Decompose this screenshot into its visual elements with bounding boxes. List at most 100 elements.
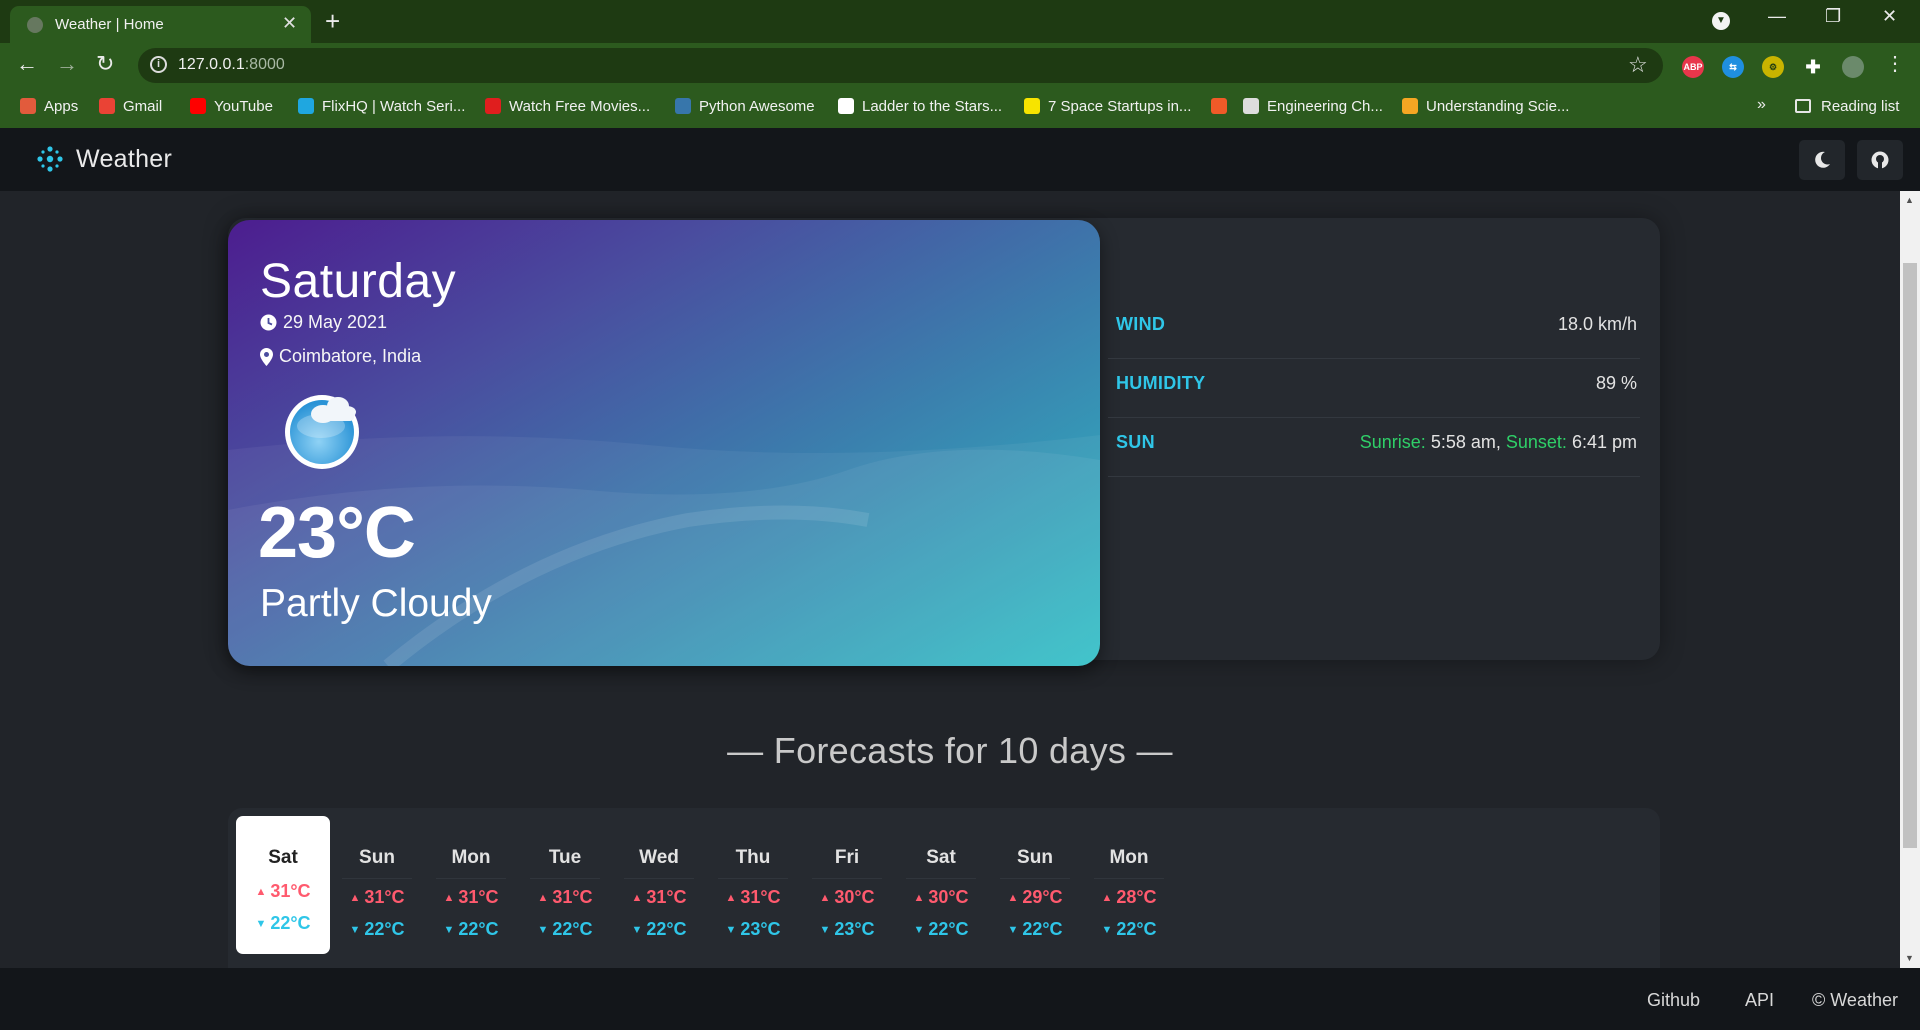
forecast-day-card[interactable]: Tue ▲ 31°C ▼ 22°C — [518, 816, 612, 954]
forward-button[interactable]: → — [56, 51, 78, 77]
bookmark-item[interactable]: Apps — [20, 98, 78, 115]
current-condition: Partly Cloudy — [260, 582, 492, 625]
forecast-low: ▼ 22°C — [913, 919, 969, 939]
caret-down-icon: ▼ — [725, 924, 737, 936]
current-temperature: 23°C — [258, 493, 416, 573]
more-bookmarks-button[interactable]: » — [1757, 96, 1766, 114]
bookmark-item[interactable]: Understanding Scie... — [1402, 98, 1569, 115]
bookmark-item[interactable]: Watch Free Movies... — [485, 98, 650, 115]
wind-row: WIND 18.0 km/h — [1108, 300, 1640, 359]
current-location: Coimbatore, India — [279, 346, 422, 366]
adblock-extension-icon[interactable]: ABP — [1682, 56, 1704, 78]
extension-icon[interactable]: ⚙ — [1762, 56, 1784, 78]
scroll-up-arrow[interactable]: ▲ — [1905, 195, 1914, 205]
bookmark-favicon-icon — [1024, 98, 1040, 114]
location-pin-icon — [260, 347, 273, 366]
dark-mode-toggle[interactable] — [1799, 140, 1845, 180]
bookmark-favicon-icon — [99, 98, 115, 114]
browser-toolbar: ← → ↻ i 127.0.0.1:8000 ☆ ABP ⇆ ⚙ ✚ ⋮ — [0, 43, 1920, 88]
forecast-day-card[interactable]: Wed ▲ 31°C ▼ 22°C — [612, 816, 706, 954]
sun-value: Sunrise: 5:58 am, Sunset: 6:41 pm — [1360, 432, 1637, 453]
footer-copyright: © Weather — [1812, 990, 1898, 1010]
forecast-day-card[interactable]: Sun ▲ 31°C ▼ 22°C — [330, 816, 424, 954]
bookmark-item[interactable]: Gmail — [99, 98, 162, 115]
brand-name: Weather — [76, 144, 173, 173]
translate-extension-icon[interactable]: ⇆ — [1722, 56, 1744, 78]
github-button[interactable] — [1857, 140, 1903, 180]
bookmarks-bar: Apps Gmail YouTube FlixHQ | Watch Seri... Wa… — [0, 88, 1920, 128]
caret-up-icon: ▲ — [443, 892, 455, 904]
caret-down-icon: ▼ — [349, 924, 361, 936]
bookmark-item[interactable]: 7 Space Startups in... — [1024, 98, 1191, 115]
forecast-day-card[interactable]: Sun ▲ 29°C ▼ 22°C — [988, 816, 1082, 954]
close-window-button[interactable]: ✕ — [1882, 6, 1897, 27]
sun-label: SUN — [1116, 432, 1155, 452]
forecast-day-card[interactable]: Sat ▲ 31°C ▼ 22°C — [236, 816, 330, 954]
reading-list-icon — [1795, 99, 1811, 113]
forecast-low: ▼ 22°C — [537, 919, 593, 939]
browser-menu-icon[interactable]: ⋮ — [1885, 51, 1905, 76]
caret-up-icon: ▲ — [1101, 892, 1113, 904]
bookmark-item[interactable]: YouTube — [190, 98, 273, 115]
caret-down-icon: ▼ — [631, 924, 643, 936]
url-text[interactable]: 127.0.0.1:8000 — [178, 56, 285, 74]
back-button[interactable]: ← — [16, 51, 38, 77]
bookmark-item[interactable]: FlixHQ | Watch Seri... — [298, 98, 465, 115]
app-navbar: Weather — [0, 128, 1920, 191]
minimize-button[interactable]: — — [1768, 6, 1786, 27]
caret-down-icon: ▼ — [255, 918, 267, 930]
forecast-day-card[interactable]: Fri ▲ 30°C ▼ 23°C — [800, 816, 894, 954]
new-tab-button[interactable]: + — [325, 6, 340, 37]
forecast-low: ▼ 22°C — [1007, 919, 1063, 939]
caret-up-icon: ▲ — [349, 892, 361, 904]
scroll-down-arrow[interactable]: ▼ — [1905, 953, 1914, 963]
forecast-day-card[interactable]: Mon ▲ 28°C ▼ 22°C — [1082, 816, 1176, 954]
forecast-high: ▲ 28°C — [1101, 887, 1157, 907]
browser-tab[interactable]: Weather | Home ✕ — [10, 6, 311, 43]
address-bar[interactable]: i 127.0.0.1:8000 ☆ — [138, 48, 1663, 83]
bookmark-favicon-icon — [298, 98, 314, 114]
forecast-day-card[interactable]: Sat ▲ 30°C ▼ 22°C — [894, 816, 988, 954]
footer-api-link[interactable]: API — [1745, 990, 1774, 1011]
bookmark-item[interactable]: Engineering Ch... — [1243, 98, 1383, 115]
forecast-high: ▲ 29°C — [1007, 887, 1063, 907]
bookmark-favicon-icon — [838, 98, 854, 114]
caret-up-icon: ▲ — [255, 886, 267, 898]
current-weather-hero: Saturday 29 May 2021 Coimbatore, India 2… — [228, 220, 1100, 666]
bookmark-favicon-icon — [485, 98, 501, 114]
close-tab-icon[interactable]: ✕ — [282, 13, 297, 34]
bookmark-item[interactable] — [1211, 98, 1235, 115]
reading-list-button[interactable]: Reading list — [1795, 98, 1899, 115]
wind-value: 18.0 km/h — [1557, 314, 1637, 334]
forecast-day-name: Wed — [624, 847, 694, 879]
tab-title: Weather | Home — [55, 16, 164, 33]
bookmark-item[interactable]: Python Awesome — [675, 98, 815, 115]
forecast-day-name: Mon — [1094, 847, 1164, 879]
site-info-icon[interactable]: i — [150, 56, 167, 73]
forecast-low: ▼ 22°C — [255, 913, 311, 933]
forecast-high: ▲ 31°C — [443, 887, 499, 907]
footer-github-link[interactable]: Github — [1647, 990, 1700, 1011]
bookmark-item[interactable]: Ladder to the Stars... — [838, 98, 1002, 115]
scrollbar-thumb[interactable] — [1903, 263, 1917, 848]
forecast-day-card[interactable]: Thu ▲ 31°C ▼ 23°C — [706, 816, 800, 954]
forecast-list: Sat ▲ 31°C ▼ 22°C Sun ▲ 31°C ▼ 22°C Mon ▲ 31°C ▼ 22°C T… — [236, 816, 1176, 956]
bookmark-favicon-icon — [190, 98, 206, 114]
reload-button[interactable]: ↻ — [96, 51, 114, 77]
brand[interactable]: Weather — [36, 144, 172, 174]
forecast-low: ▼ 22°C — [443, 919, 499, 939]
restore-button[interactable]: ❐ — [1825, 6, 1841, 27]
extensions-puzzle-icon[interactable]: ✚ — [1802, 56, 1824, 78]
footer: Github API © Weather — [0, 968, 1920, 1030]
bookmark-star-icon[interactable]: ☆ — [1628, 52, 1648, 78]
tab-search-icon[interactable]: ▼ — [1712, 12, 1730, 30]
humidity-value: 89 % — [1595, 373, 1637, 393]
page-scrollbar[interactable]: ▲ ▼ — [1900, 191, 1920, 968]
sunset-label: Sunset: — [1505, 432, 1567, 452]
browser-tab-strip: Weather | Home ✕ + ▼ — ❐ ✕ — [0, 0, 1920, 43]
forecast-high: ▲ 30°C — [819, 887, 875, 907]
partly-cloudy-icon — [283, 382, 373, 477]
profile-avatar[interactable] — [1842, 56, 1864, 78]
forecast-day-name: Tue — [530, 847, 600, 879]
forecast-day-card[interactable]: Mon ▲ 31°C ▼ 22°C — [424, 816, 518, 954]
